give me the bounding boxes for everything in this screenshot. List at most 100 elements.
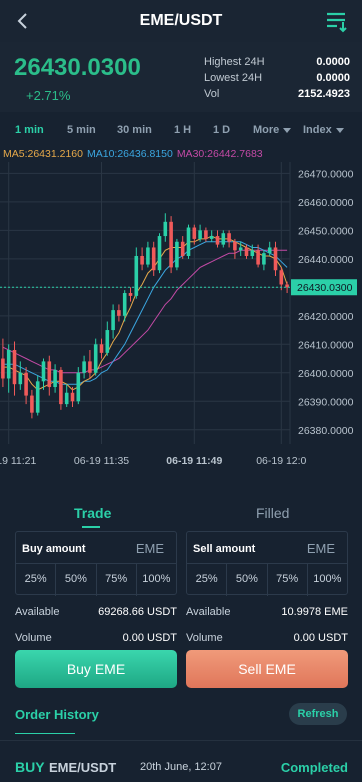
candle-body <box>262 253 266 265</box>
stat-value: 0.0000 <box>316 72 350 84</box>
sell-percent-50-button[interactable]: 50% <box>227 564 268 596</box>
sell-percent-75-button[interactable]: 75% <box>268 564 308 596</box>
candle-body <box>6 350 11 379</box>
order-history-underline <box>15 733 75 734</box>
candle-body <box>41 361 46 382</box>
timeframe-5min[interactable]: 5 min <box>67 124 96 136</box>
buy-percent-100-button[interactable]: 100% <box>137 564 176 596</box>
y-tick-label: 26410.0000 <box>298 339 354 351</box>
sell-available-label: Available <box>186 606 231 618</box>
candle-body <box>204 230 208 239</box>
candle-body <box>30 395 34 413</box>
candle-body <box>169 221 173 268</box>
buy-percent-50-button[interactable]: 50% <box>56 564 97 596</box>
last-price: 26430.0300 <box>14 54 141 81</box>
sell-volume-label: Volume <box>186 632 223 644</box>
buy-available-row: Available 69268.66 USDT <box>15 606 177 620</box>
candle-body <box>47 361 52 388</box>
candle-body <box>227 233 231 242</box>
timeframe-1d[interactable]: 1 D <box>213 124 230 136</box>
sell-available-row: Available 10.9978 EME <box>186 606 348 620</box>
order-status: Completed <box>280 760 348 775</box>
tab-active-indicator <box>82 526 100 528</box>
sell-amount-header: Sell amount EME <box>187 532 347 564</box>
sell-percent-100-button[interactable]: 100% <box>308 564 347 596</box>
more-label: More <box>253 124 280 136</box>
candle-body <box>140 256 144 265</box>
candle-body <box>250 250 255 256</box>
candle-body <box>209 236 214 239</box>
candle-body <box>273 247 278 271</box>
timeframe-30min[interactable]: 30 min <box>117 124 152 136</box>
buy-amount-label: Buy amount <box>22 543 86 555</box>
price-change-percent: +2.71% <box>26 88 71 103</box>
ticker-stats: Highest 24H 0.0000 Lowest 24H 0.0000 Vol… <box>204 56 350 104</box>
candle-body <box>64 392 69 405</box>
candle-body <box>111 310 115 331</box>
sell-available-value: 10.9978 EME <box>281 606 348 618</box>
current-price-label: 26430.0300 <box>297 282 353 294</box>
sell-percent-25-button[interactable]: 25% <box>187 564 228 596</box>
candle-body <box>117 310 121 316</box>
candle-body <box>233 241 237 251</box>
stat-volume: Vol 2152.4923 <box>204 88 350 104</box>
timeframe-1h[interactable]: 1 H <box>174 124 191 136</box>
buy-percent-25-button[interactable]: 25% <box>16 564 57 596</box>
buy-amount-unit: EME <box>135 541 164 556</box>
candle-body <box>134 256 139 296</box>
candle-body <box>221 233 226 245</box>
candlestick-chart[interactable]: 26470.0000 26460.0000 26450.0000 26440.0000… <box>0 158 362 486</box>
stat-value: 2152.4923 <box>298 88 350 100</box>
index-label: Index <box>303 124 332 136</box>
trade-tabs: Trade Filled <box>0 498 362 530</box>
x-tick-label: 06-19 11:35 <box>74 455 129 467</box>
y-tick-label: 26420.0000 <box>298 311 354 323</box>
candle-body <box>76 372 81 402</box>
sell-amount-unit: EME <box>306 541 335 556</box>
sell-volume-value: 0.00 USDT <box>293 632 348 644</box>
candle-body <box>238 247 243 251</box>
candle-body <box>59 369 63 405</box>
stat-label: Highest 24H <box>204 56 265 68</box>
candle-body <box>146 247 150 265</box>
menu-filter-icon[interactable] <box>324 8 350 34</box>
buy-button[interactable]: Buy EME <box>15 650 177 688</box>
stat-label: Vol <box>204 88 220 100</box>
timeframe-1min[interactable]: 1 min <box>15 124 44 136</box>
refresh-button[interactable]: Refresh <box>289 703 347 725</box>
candle-body <box>93 344 98 373</box>
candle-body <box>128 293 133 296</box>
sell-amount-input[interactable]: Sell amount EME 25% 50% 75% 100% <box>186 531 348 596</box>
buy-volume-value: 0.00 USDT <box>122 632 177 644</box>
order-history-title[interactable]: Order History <box>15 707 99 722</box>
buy-available-label: Available <box>15 606 60 618</box>
sell-button[interactable]: Sell EME <box>186 650 348 688</box>
stat-label: Lowest 24H <box>204 72 263 84</box>
stat-low-24h: Lowest 24H 0.0000 <box>204 72 350 88</box>
y-tick-label: 26380.0000 <box>298 425 354 437</box>
candle-body <box>105 330 110 353</box>
tab-trade[interactable]: Trade <box>74 505 111 521</box>
x-tick-label: 06-19 12:0 <box>256 455 306 467</box>
buy-percent-75-button[interactable]: 75% <box>97 564 137 596</box>
candle-body <box>244 247 249 256</box>
order-pair: EME/USDT <box>49 760 117 775</box>
index-dropdown[interactable]: Index <box>303 124 344 136</box>
stat-high-24h: Highest 24H 0.0000 <box>204 56 350 72</box>
candle-body <box>99 344 104 353</box>
caret-down-icon <box>283 127 292 133</box>
order-date: 20th June, 12:07 <box>140 761 222 773</box>
candle-body <box>12 350 17 385</box>
order-row[interactable]: BUY EME/USDT 20th June, 12:07 Completed <box>0 750 362 782</box>
candle-body <box>256 250 260 265</box>
y-tick-label: 26450.0000 <box>298 225 354 237</box>
more-dropdown[interactable]: More <box>253 124 292 136</box>
caret-down-icon <box>335 127 344 133</box>
buy-amount-input[interactable]: Buy amount EME 25% 50% 75% 100% <box>15 531 177 596</box>
buy-amount-header: Buy amount EME <box>16 532 176 564</box>
candle-body <box>267 247 272 254</box>
y-tick-label: 26470.0000 <box>298 168 354 180</box>
header-bar: EME/USDT <box>0 0 362 42</box>
buy-percent-row: 25% 50% 75% 100% <box>16 564 176 596</box>
tab-filled[interactable]: Filled <box>256 505 289 521</box>
